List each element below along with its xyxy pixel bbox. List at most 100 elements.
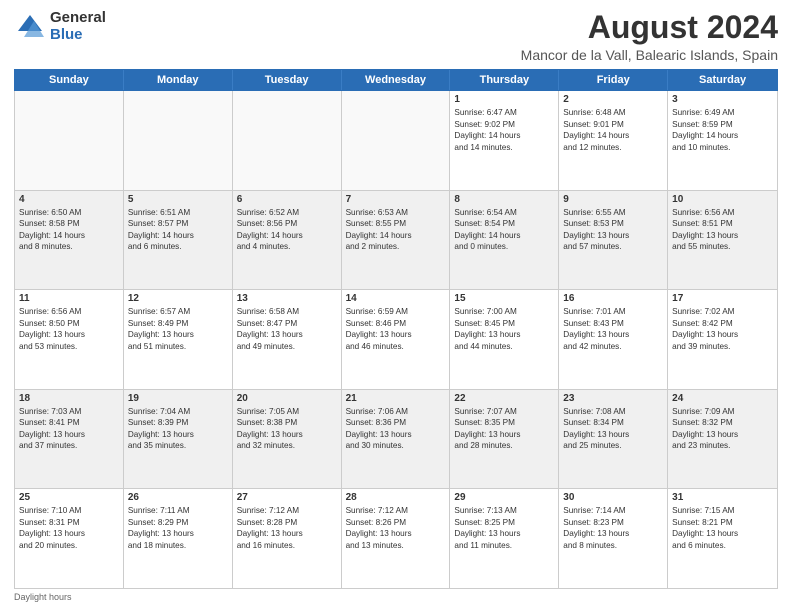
title-section: August 2024 Mancor de la Vall, Balearic … — [521, 10, 778, 63]
cell-content: Sunrise: 6:53 AM Sunset: 8:55 PM Dayligh… — [346, 207, 446, 253]
calendar-cell — [233, 91, 342, 190]
logo-blue-text: Blue — [50, 27, 106, 44]
cell-content: Sunrise: 7:06 AM Sunset: 8:36 PM Dayligh… — [346, 406, 446, 452]
day-number: 7 — [346, 194, 446, 205]
day-number: 27 — [237, 492, 337, 503]
cell-content: Sunrise: 7:05 AM Sunset: 8:38 PM Dayligh… — [237, 406, 337, 452]
cell-content: Sunrise: 6:48 AM Sunset: 9:01 PM Dayligh… — [563, 107, 663, 153]
calendar-cell: 9Sunrise: 6:55 AM Sunset: 8:53 PM Daylig… — [559, 191, 668, 290]
header-day-thursday: Thursday — [450, 70, 559, 90]
cell-content: Sunrise: 6:56 AM Sunset: 8:51 PM Dayligh… — [672, 207, 773, 253]
day-number: 13 — [237, 293, 337, 304]
calendar-cell: 16 Sunrise: 7:01 AM Sunset: 8:43 PM Dayli… — [559, 290, 668, 389]
logo-text: General Blue — [50, 10, 106, 43]
cell-content: Sunrise: 6:57 AM Sunset: 8:49 PM Dayligh… — [128, 306, 228, 352]
day-number: 17 — [672, 293, 773, 304]
day-number: 9 — [563, 194, 663, 205]
day-number: 24 — [672, 393, 773, 404]
logo-icon — [14, 11, 46, 43]
logo: General Blue — [14, 10, 106, 43]
cell-content: Sunrise: 6:59 AM Sunset: 8:46 PM Dayligh… — [346, 306, 446, 352]
calendar-cell: 19Sunrise: 7:04 AM Sunset: 8:39 PM Dayli… — [124, 390, 233, 489]
day-number: 5 — [128, 194, 228, 205]
calendar-cell: 13 Sunrise: 6:58 AM Sunset: 8:47 PM Dayli… — [233, 290, 342, 389]
calendar-cell: 15Sunrise: 7:00 AM Sunset: 8:45 PM Dayli… — [450, 290, 559, 389]
day-number: 11 — [19, 293, 119, 304]
day-number: 26 — [128, 492, 228, 503]
cell-content: Sunrise: 7:12 AM Sunset: 8:28 PM Dayligh… — [237, 505, 337, 551]
cell-content: Sunrise: 6:51 AM Sunset: 8:57 PM Dayligh… — [128, 207, 228, 253]
cell-content: Sunrise: 6:56 AM Sunset: 8:50 PM Dayligh… — [19, 306, 119, 352]
calendar-cell: 28 Sunrise: 7:12 AM Sunset: 8:26 PM Dayli… — [342, 489, 451, 588]
calendar-header: SundayMondayTuesdayWednesdayThursdayFrid… — [14, 69, 778, 91]
cell-content: Sunrise: 6:54 AM Sunset: 8:54 PM Dayligh… — [454, 207, 554, 253]
calendar-cell: 20 Sunrise: 7:05 AM Sunset: 8:38 PM Dayli… — [233, 390, 342, 489]
calendar-cell: 25Sunrise: 7:10 AM Sunset: 8:31 PM Dayli… — [15, 489, 124, 588]
calendar-row-0: 1Sunrise: 6:47 AM Sunset: 9:02 PM Daylig… — [15, 91, 777, 191]
calendar-row-2: 11 Sunrise: 6:56 AM Sunset: 8:50 PM Dayli… — [15, 290, 777, 390]
day-number: 18 — [19, 393, 119, 404]
header-day-sunday: Sunday — [15, 70, 124, 90]
calendar-cell: 7 Sunrise: 6:53 AM Sunset: 8:55 PM Daylig… — [342, 191, 451, 290]
subtitle: Mancor de la Vall, Balearic Islands, Spa… — [521, 47, 778, 63]
day-number: 2 — [563, 94, 663, 105]
day-number: 21 — [346, 393, 446, 404]
calendar-cell: 6 Sunrise: 6:52 AM Sunset: 8:56 PM Daylig… — [233, 191, 342, 290]
calendar-cell — [342, 91, 451, 190]
day-number: 19 — [128, 393, 228, 404]
cell-content: Sunrise: 7:10 AM Sunset: 8:31 PM Dayligh… — [19, 505, 119, 551]
cell-content: Sunrise: 7:14 AM Sunset: 8:23 PM Dayligh… — [563, 505, 663, 551]
calendar-row-4: 25Sunrise: 7:10 AM Sunset: 8:31 PM Dayli… — [15, 489, 777, 588]
day-number: 4 — [19, 194, 119, 205]
day-number: 28 — [346, 492, 446, 503]
day-number: 16 — [563, 293, 663, 304]
calendar-cell: 23 Sunrise: 7:08 AM Sunset: 8:34 PM Dayli… — [559, 390, 668, 489]
cell-content: Sunrise: 7:13 AM Sunset: 8:25 PM Dayligh… — [454, 505, 554, 551]
header-day-friday: Friday — [559, 70, 668, 90]
header-day-monday: Monday — [124, 70, 233, 90]
cell-content: Sunrise: 7:07 AM Sunset: 8:35 PM Dayligh… — [454, 406, 554, 452]
header-day-wednesday: Wednesday — [342, 70, 451, 90]
day-number: 12 — [128, 293, 228, 304]
calendar-cell: 21 Sunrise: 7:06 AM Sunset: 8:36 PM Dayli… — [342, 390, 451, 489]
main-title: August 2024 — [521, 10, 778, 45]
header: General Blue August 2024 Mancor de la Va… — [14, 10, 778, 63]
calendar-cell: 11 Sunrise: 6:56 AM Sunset: 8:50 PM Dayli… — [15, 290, 124, 389]
cell-content: Sunrise: 7:15 AM Sunset: 8:21 PM Dayligh… — [672, 505, 773, 551]
day-number: 8 — [454, 194, 554, 205]
header-day-saturday: Saturday — [668, 70, 777, 90]
calendar-cell: 5 Sunrise: 6:51 AM Sunset: 8:57 PM Daylig… — [124, 191, 233, 290]
calendar-row-1: 4 Sunrise: 6:50 AM Sunset: 8:58 PM Daylig… — [15, 191, 777, 291]
day-number: 1 — [454, 94, 554, 105]
calendar-cell: 22 Sunrise: 7:07 AM Sunset: 8:35 PM Dayli… — [450, 390, 559, 489]
calendar-row-3: 18 Sunrise: 7:03 AM Sunset: 8:41 PM Dayli… — [15, 390, 777, 490]
cell-content: Sunrise: 6:50 AM Sunset: 8:58 PM Dayligh… — [19, 207, 119, 253]
calendar-cell: 3Sunrise: 6:49 AM Sunset: 8:59 PM Daylig… — [668, 91, 777, 190]
calendar-cell: 18 Sunrise: 7:03 AM Sunset: 8:41 PM Dayli… — [15, 390, 124, 489]
cell-content: Sunrise: 6:58 AM Sunset: 8:47 PM Dayligh… — [237, 306, 337, 352]
calendar-cell: 27 Sunrise: 7:12 AM Sunset: 8:28 PM Dayli… — [233, 489, 342, 588]
cell-content: Sunrise: 7:01 AM Sunset: 8:43 PM Dayligh… — [563, 306, 663, 352]
day-number: 15 — [454, 293, 554, 304]
day-number: 3 — [672, 94, 773, 105]
header-day-tuesday: Tuesday — [233, 70, 342, 90]
cell-content: Sunrise: 7:12 AM Sunset: 8:26 PM Dayligh… — [346, 505, 446, 551]
cell-content: Sunrise: 7:09 AM Sunset: 8:32 PM Dayligh… — [672, 406, 773, 452]
calendar-cell: 14Sunrise: 6:59 AM Sunset: 8:46 PM Dayli… — [342, 290, 451, 389]
calendar-cell: 30Sunrise: 7:14 AM Sunset: 8:23 PM Dayli… — [559, 489, 668, 588]
day-number: 20 — [237, 393, 337, 404]
day-number: 10 — [672, 194, 773, 205]
calendar-body: 1Sunrise: 6:47 AM Sunset: 9:02 PM Daylig… — [14, 91, 778, 589]
day-number: 23 — [563, 393, 663, 404]
cell-content: Sunrise: 6:52 AM Sunset: 8:56 PM Dayligh… — [237, 207, 337, 253]
calendar-cell — [15, 91, 124, 190]
calendar-cell: 4 Sunrise: 6:50 AM Sunset: 8:58 PM Daylig… — [15, 191, 124, 290]
calendar-cell: 1Sunrise: 6:47 AM Sunset: 9:02 PM Daylig… — [450, 91, 559, 190]
calendar-cell: 24 Sunrise: 7:09 AM Sunset: 8:32 PM Dayli… — [668, 390, 777, 489]
cell-content: Sunrise: 7:08 AM Sunset: 8:34 PM Dayligh… — [563, 406, 663, 452]
day-number: 6 — [237, 194, 337, 205]
cell-content: Sunrise: 7:03 AM Sunset: 8:41 PM Dayligh… — [19, 406, 119, 452]
calendar-cell: 26Sunrise: 7:11 AM Sunset: 8:29 PM Dayli… — [124, 489, 233, 588]
day-number: 22 — [454, 393, 554, 404]
calendar-cell: 12 Sunrise: 6:57 AM Sunset: 8:49 PM Dayli… — [124, 290, 233, 389]
